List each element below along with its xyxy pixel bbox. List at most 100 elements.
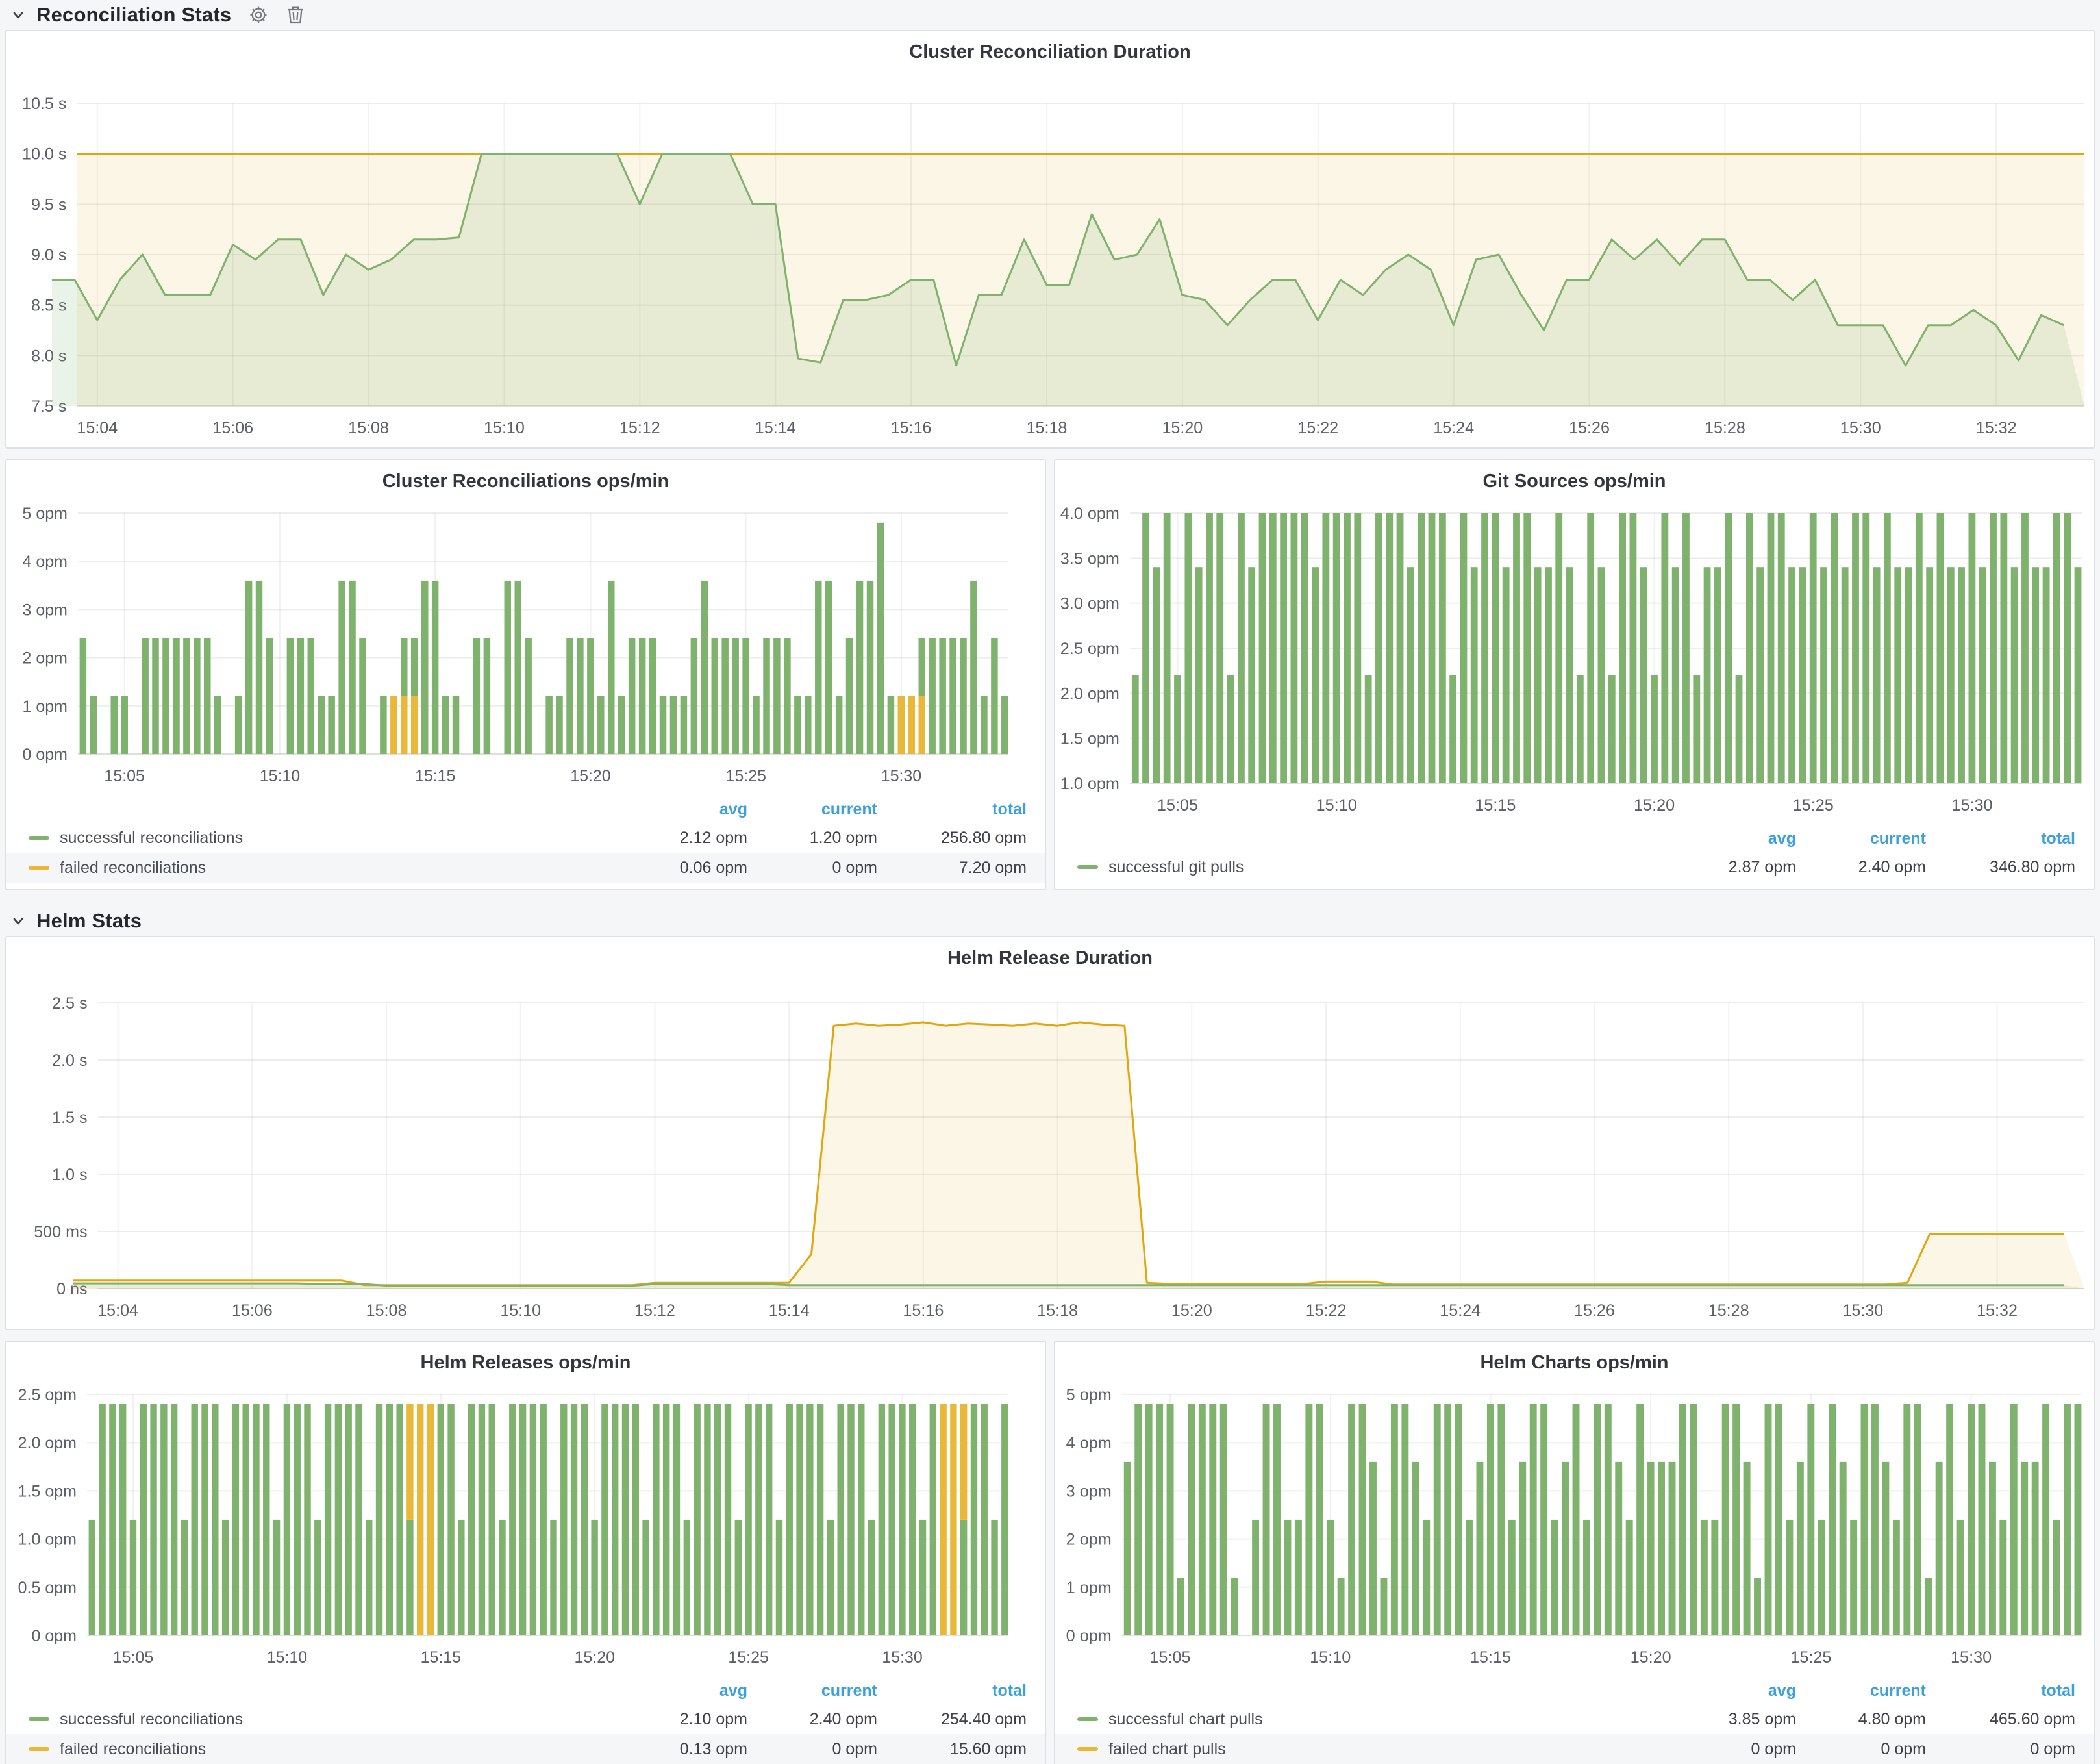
section-header-reconciliation-stats[interactable]: Reconciliation Stats <box>0 0 2100 30</box>
legend-column-header[interactable]: current <box>747 800 877 819</box>
svg-text:2.0 s: 2.0 s <box>52 1052 87 1070</box>
svg-text:10.5 s: 10.5 s <box>22 95 66 113</box>
legend-stat-value: 465.60 opm <box>1926 1710 2075 1729</box>
svg-text:15:30: 15:30 <box>1951 796 1992 814</box>
legend-stat-value: 346.80 opm <box>1926 858 2075 877</box>
svg-text:15:12: 15:12 <box>619 419 660 437</box>
legend-series-row[interactable]: successful chart pulls3.85 opm4.80 opm46… <box>1055 1704 2094 1734</box>
legend-series-row[interactable]: failed reconciliations0.13 opm0 opm15.60… <box>6 1734 1045 1764</box>
svg-text:1 opm: 1 opm <box>1066 1579 1112 1597</box>
svg-text:5 opm: 5 opm <box>1066 1386 1112 1404</box>
legend-series-name[interactable]: failed reconciliations <box>60 1740 206 1759</box>
svg-text:15:04: 15:04 <box>77 419 118 437</box>
legend-stat-value: 0.06 opm <box>618 859 747 877</box>
helm-releases-ops-chart[interactable]: 15:0515:1015:1515:2015:2515:300 opm0.5 o… <box>6 1378 1045 1673</box>
section-title: Reconciliation Stats <box>36 3 231 27</box>
svg-text:15:14: 15:14 <box>755 419 796 437</box>
legend-column-header[interactable]: total <box>1926 829 2075 848</box>
panel-git-sources-ops: Git Sources ops/min 15:0515:1015:1515:20… <box>1054 459 2095 890</box>
svg-text:15:30: 15:30 <box>881 767 922 785</box>
svg-text:15:05: 15:05 <box>113 1648 154 1667</box>
svg-text:15:15: 15:15 <box>415 767 456 785</box>
svg-text:15:05: 15:05 <box>1149 1648 1190 1667</box>
svg-text:9.5 s: 9.5 s <box>31 195 66 214</box>
series-color-dash-icon <box>29 1717 49 1721</box>
legend-column-header[interactable]: avg <box>618 1682 747 1700</box>
legend-column-header[interactable]: avg <box>618 800 747 819</box>
svg-text:15:05: 15:05 <box>104 767 145 785</box>
legend-header-row: avgcurrenttotal <box>1055 825 2094 852</box>
svg-text:15:06: 15:06 <box>232 1302 273 1320</box>
legend-stat-value: 7.20 opm <box>877 859 1027 877</box>
legend-series-name[interactable]: successful reconciliations <box>60 829 243 848</box>
legend-column-header[interactable]: current <box>747 1682 877 1700</box>
legend-series-row[interactable]: successful git pulls2.87 opm2.40 opm346.… <box>1055 852 2094 882</box>
legend-stat-value: 0 opm <box>1666 1740 1796 1759</box>
legend-stat-value: 4.80 opm <box>1796 1710 1926 1729</box>
legend-stat-value: 0 opm <box>1926 1740 2075 1759</box>
legend-column-header[interactable]: avg <box>1666 829 1796 848</box>
legend-column-header[interactable]: current <box>1796 829 1926 848</box>
svg-text:10.0 s: 10.0 s <box>22 145 66 164</box>
panel-title[interactable]: Git Sources ops/min <box>1055 460 2094 496</box>
panel-helm-release-duration: Helm Release Duration 15:0415:0615:0815:… <box>5 936 2095 1330</box>
helm-charts-ops-chart[interactable]: 15:0515:1015:1515:2015:2515:300 opm1 opm… <box>1055 1378 2094 1673</box>
panel-title[interactable]: Helm Releases ops/min <box>6 1342 1045 1378</box>
legend-column-header[interactable]: total <box>877 1682 1027 1700</box>
legend-stat-value: 2.40 opm <box>747 1710 877 1729</box>
legend-series-row[interactable]: failed reconciliations0.06 opm0 opm7.20 … <box>6 853 1045 883</box>
svg-text:15:14: 15:14 <box>769 1302 810 1320</box>
svg-text:1.0 s: 1.0 s <box>52 1166 87 1184</box>
legend-column-header[interactable]: current <box>1796 1682 1926 1700</box>
panel-helm-charts-ops: Helm Charts ops/min 15:0515:1015:1515:20… <box>1054 1341 2095 1764</box>
svg-text:15:22: 15:22 <box>1306 1302 1347 1320</box>
panel-title[interactable]: Helm Release Duration <box>6 937 2094 973</box>
helm-release-duration-chart[interactable]: 15:0415:0615:0815:1015:1215:1415:1615:18… <box>6 973 2094 1329</box>
svg-text:15:20: 15:20 <box>1631 1648 1671 1667</box>
panel-helm-releases-ops: Helm Releases ops/min 15:0515:1015:1515:… <box>5 1341 1046 1764</box>
legend-series-name[interactable]: failed chart pulls <box>1108 1740 1226 1759</box>
svg-text:15:20: 15:20 <box>1634 796 1675 814</box>
legend-table: avgcurrenttotal successful reconciliation… <box>6 792 1045 889</box>
legend-series-name[interactable]: successful git pulls <box>1108 858 1244 877</box>
svg-text:3 opm: 3 opm <box>1066 1483 1112 1501</box>
series-color-dash-icon <box>1077 1717 1098 1721</box>
svg-text:15:30: 15:30 <box>1840 419 1881 437</box>
legend-stat-value: 256.80 opm <box>877 829 1027 848</box>
section-header-helm-stats[interactable]: Helm Stats <box>0 906 2100 936</box>
panel-title[interactable]: Cluster Reconciliations ops/min <box>6 460 1045 496</box>
legend-table: avgcurrenttotal successful chart pulls3.8… <box>1055 1673 2094 1764</box>
panel-title[interactable]: Cluster Reconciliation Duration <box>6 31 2094 67</box>
svg-text:4.0 opm: 4.0 opm <box>1060 505 1119 523</box>
legend-stat-value: 1.20 opm <box>747 829 877 848</box>
cluster-reconciliations-ops-chart[interactable]: 15:0515:1015:1515:2015:2515:300 opm1 opm… <box>6 496 1045 792</box>
svg-text:15:10: 15:10 <box>1316 796 1357 814</box>
series-color-dash-icon <box>1077 1747 1098 1751</box>
svg-text:15:18: 15:18 <box>1027 419 1068 437</box>
svg-text:15:08: 15:08 <box>348 419 389 437</box>
legend-column-header[interactable]: avg <box>1666 1682 1796 1700</box>
svg-text:15:24: 15:24 <box>1433 419 1474 437</box>
legend-series-row[interactable]: failed chart pulls0 opm0 opm0 opm <box>1055 1734 2094 1764</box>
trash-icon[interactable] <box>286 5 305 25</box>
svg-text:15:04: 15:04 <box>97 1302 138 1320</box>
svg-text:15:25: 15:25 <box>728 1648 769 1667</box>
gear-icon[interactable] <box>248 5 269 25</box>
git-sources-ops-chart[interactable]: 15:0515:1015:1515:2015:2515:301.0 opm1.5… <box>1055 496 2094 821</box>
legend-series-row[interactable]: successful reconciliations2.12 opm1.20 o… <box>6 823 1045 853</box>
legend-series-name[interactable]: successful chart pulls <box>1108 1710 1263 1729</box>
panel-title[interactable]: Helm Charts ops/min <box>1055 1342 2094 1378</box>
legend-column-header[interactable]: total <box>877 800 1027 819</box>
svg-text:15:16: 15:16 <box>903 1302 944 1320</box>
svg-text:15:25: 15:25 <box>1793 796 1834 814</box>
legend-stat-value: 15.60 opm <box>877 1740 1027 1759</box>
cluster-reconciliation-duration-chart[interactable]: 15:0415:0615:0815:1015:1215:1415:1615:18… <box>6 67 2094 447</box>
legend-series-row[interactable]: successful reconciliations2.10 opm2.40 o… <box>6 1704 1045 1734</box>
svg-text:500 ms: 500 ms <box>34 1223 87 1241</box>
svg-text:15:16: 15:16 <box>891 419 932 437</box>
svg-text:0.5 opm: 0.5 opm <box>18 1579 77 1597</box>
panel-cluster-reconciliation-duration: Cluster Reconciliation Duration 15:04 15:… <box>5 30 2095 449</box>
legend-column-header[interactable]: total <box>1926 1682 2075 1700</box>
legend-series-name[interactable]: successful reconciliations <box>60 1710 243 1729</box>
legend-series-name[interactable]: failed reconciliations <box>60 859 206 877</box>
